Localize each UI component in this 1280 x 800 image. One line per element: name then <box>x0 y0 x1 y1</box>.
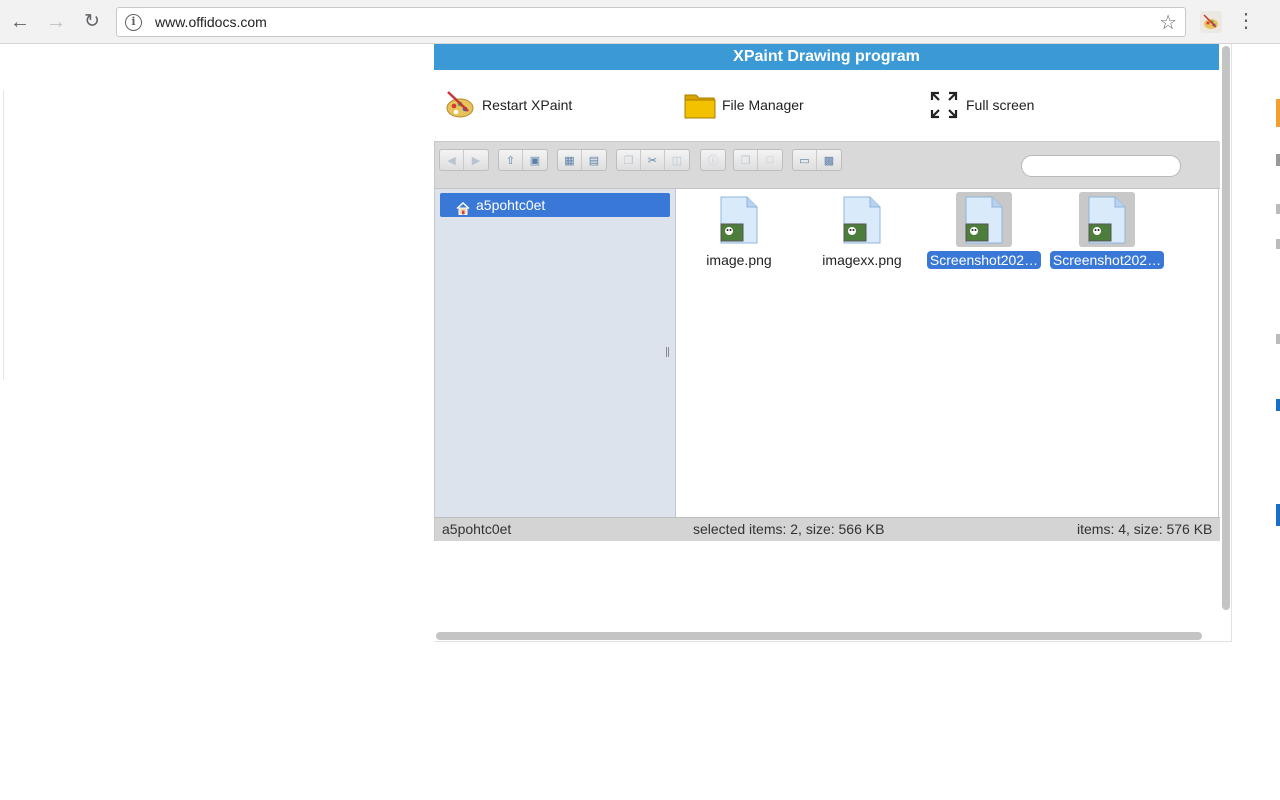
png-file-icon <box>834 192 890 247</box>
view-group: ▭ ▩ <box>792 149 842 171</box>
clipboard-group: ❐ ✂ ◫ <box>616 149 690 171</box>
home-icon <box>456 198 470 215</box>
history-group: ◀ ▶ <box>439 149 489 171</box>
file-manager-label: File Manager <box>722 97 804 113</box>
file-group: ⇧ ▣ <box>498 149 548 171</box>
copy-button[interactable]: ❐ <box>617 150 641 170</box>
splitter-grip[interactable] <box>666 347 669 357</box>
png-file-icon <box>1079 192 1135 247</box>
app-title: XPaint Drawing program <box>434 44 1219 70</box>
back-button[interactable]: ← <box>8 10 32 34</box>
vertical-scrollbar[interactable] <box>1222 46 1230 610</box>
file-manager-button[interactable]: File Manager <box>684 88 804 122</box>
page-divider <box>3 90 4 380</box>
save-button[interactable]: ▣ <box>523 150 547 170</box>
open-button[interactable]: ▦ <box>558 150 582 170</box>
forward-button[interactable]: → <box>44 10 68 34</box>
cut-button[interactable]: ✂ <box>641 150 665 170</box>
file-item[interactable]: imagexx.png <box>803 192 921 274</box>
xpaint-app-frame: XPaint Drawing program Restart XPaint Fi… <box>434 44 1232 642</box>
reload-button[interactable]: ↻ <box>80 10 104 34</box>
file-name: imagexx.png <box>822 252 902 268</box>
status-totals: items: 4, size: 576 KB <box>1077 521 1213 537</box>
file-manager-toolbar: ◀ ▶ ⇧ ▣ ▦ ▤ ❐ ✂ ◫ ⓘ ❐ □ ▭ ▩ <box>435 142 1220 189</box>
png-file-icon <box>956 192 1012 247</box>
download-button[interactable]: ▤ <box>582 150 606 170</box>
png-file-icon <box>711 192 767 247</box>
page-right-edge <box>1276 44 1280 800</box>
xpaint-extension-icon[interactable] <box>1200 11 1222 33</box>
palette-icon <box>444 89 476 121</box>
get-info-button[interactable]: ⓘ <box>701 150 725 170</box>
file-name: Screenshot202… <box>1049 251 1165 269</box>
full-screen-button[interactable]: Full screen <box>928 88 1034 122</box>
status-selection: selected items: 2, size: 566 KB <box>693 521 885 537</box>
file-name: Screenshot202… <box>926 251 1042 269</box>
history-forward-button[interactable]: ▶ <box>464 150 488 170</box>
horizontal-scrollbar[interactable] <box>436 632 1202 640</box>
restart-xpaint-button[interactable]: Restart XPaint <box>444 88 572 122</box>
upload-button[interactable]: ⇧ <box>499 150 523 170</box>
status-bar: a5pohtc0et selected items: 2, size: 566 … <box>435 517 1220 541</box>
info-icon[interactable]: i <box>125 14 142 31</box>
duplicate-button[interactable]: ❐ <box>734 150 758 170</box>
select-all-button[interactable]: □ <box>758 150 782 170</box>
file-name: image.png <box>706 252 772 268</box>
extract-button[interactable]: ▩ <box>817 150 841 170</box>
folder-icon <box>684 89 716 121</box>
address-bar[interactable]: i www.offidocs.com ☆ <box>116 7 1186 37</box>
file-item-selected[interactable]: Screenshot202… <box>925 192 1043 274</box>
folder-tree: a5pohtc0et <box>435 189 676 517</box>
search-input[interactable] <box>1021 155 1181 177</box>
bookmark-star-icon[interactable]: ☆ <box>1159 10 1177 35</box>
tree-item-label: a5pohtc0et <box>476 197 546 213</box>
status-path: a5pohtc0et <box>442 521 512 537</box>
url-text[interactable]: www.offidocs.com <box>155 14 267 30</box>
history-back-button[interactable]: ◀ <box>440 150 464 170</box>
info-group: ⓘ <box>700 149 726 171</box>
open-group: ▦ ▤ <box>557 149 607 171</box>
file-item-selected[interactable]: Screenshot202… <box>1048 192 1166 274</box>
browser-menu-icon[interactable]: ⋮ <box>1236 10 1256 34</box>
restart-xpaint-label: Restart XPaint <box>482 97 573 113</box>
tree-item-root[interactable]: a5pohtc0et <box>440 193 670 217</box>
paste-button[interactable]: ◫ <box>665 150 689 170</box>
browser-toolbar: ← → ↻ i www.offidocs.com ☆ ⋮ <box>0 0 1280 44</box>
file-manager: ◀ ▶ ⇧ ▣ ▦ ▤ ❐ ✂ ◫ ⓘ ❐ □ ▭ ▩ a5pohtc0et i… <box>434 141 1220 541</box>
file-list: image.png imagexx.png Screenshot202… Scr… <box>677 189 1218 517</box>
full-screen-label: Full screen <box>966 97 1035 113</box>
expand-icon <box>928 89 960 121</box>
rename-button[interactable]: ▭ <box>793 150 817 170</box>
selection-group: ❐ □ <box>733 149 783 171</box>
file-item[interactable]: image.png <box>680 192 798 274</box>
